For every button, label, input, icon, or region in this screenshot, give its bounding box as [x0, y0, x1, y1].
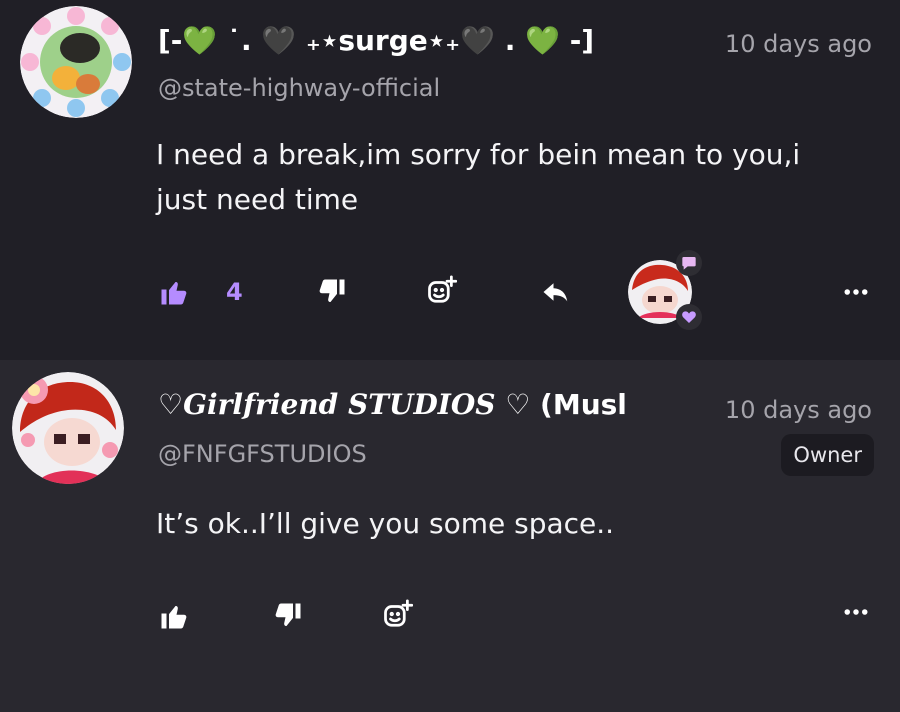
comment-text: I need a break,im sorry for bein mean to…: [156, 132, 856, 222]
author-name[interactable]: ♡Girlfriend STUDIOS ♡ (Musl: [158, 388, 703, 421]
add-reaction-button[interactable]: [426, 274, 458, 306]
add-reaction-button[interactable]: [382, 598, 414, 630]
more-options-button[interactable]: [840, 596, 872, 628]
like-button[interactable]: [158, 276, 190, 308]
thumbs-down-icon: [319, 279, 345, 302]
author-avatar[interactable]: [12, 372, 124, 484]
add-reaction-icon: [428, 275, 457, 303]
comment-text: It’s ok..I’ll give you some space..: [156, 507, 615, 540]
author-handle[interactable]: @state-highway-official: [158, 74, 440, 102]
timestamp: 10 days ago: [724, 30, 872, 58]
liked-by-author-indicator: [676, 304, 702, 330]
comment-card: [-💚 ˙. 🖤 ₊⋆surge⋆₊🖤 . 💚 -] @state-highwa…: [0, 0, 900, 360]
reply-indicator: [676, 250, 702, 276]
author-name-suffix: ♡ (Musl: [495, 388, 627, 421]
dislike-button[interactable]: [272, 600, 304, 632]
author-name[interactable]: [-💚 ˙. 🖤 ₊⋆surge⋆₊🖤 . 💚 -]: [158, 24, 718, 57]
author-avatar[interactable]: [20, 6, 132, 118]
heart-icon: [682, 311, 696, 323]
thumbs-up-icon: [161, 282, 187, 305]
more-options-button[interactable]: [840, 276, 872, 308]
comment-text-line: just need time: [156, 183, 359, 216]
add-reaction-icon: [384, 599, 413, 627]
author-handle[interactable]: @FNFGFSTUDIOS: [158, 440, 367, 468]
thumbs-up-icon: [161, 606, 187, 629]
reply-button[interactable]: [540, 276, 572, 308]
owner-badge: Owner: [781, 434, 874, 476]
more-options-icon: [844, 289, 868, 295]
chat-bubble-icon: [682, 257, 696, 270]
author-name-main: Girlfriend STUDIOS: [183, 388, 496, 421]
like-button[interactable]: [158, 600, 190, 632]
author-name-prefix: ♡: [158, 388, 184, 421]
like-count: 4: [226, 278, 243, 306]
timestamp: 10 days ago: [724, 396, 872, 424]
comment-text-line: I need a break,im sorry for bein mean to…: [156, 138, 801, 171]
comment-card: ♡Girlfriend STUDIOS ♡ (Musl @FNFGFSTUDIO…: [0, 360, 900, 712]
thumbs-down-icon: [275, 603, 301, 626]
dislike-button[interactable]: [316, 276, 348, 308]
reply-icon: [543, 283, 568, 302]
more-options-icon: [844, 609, 868, 615]
